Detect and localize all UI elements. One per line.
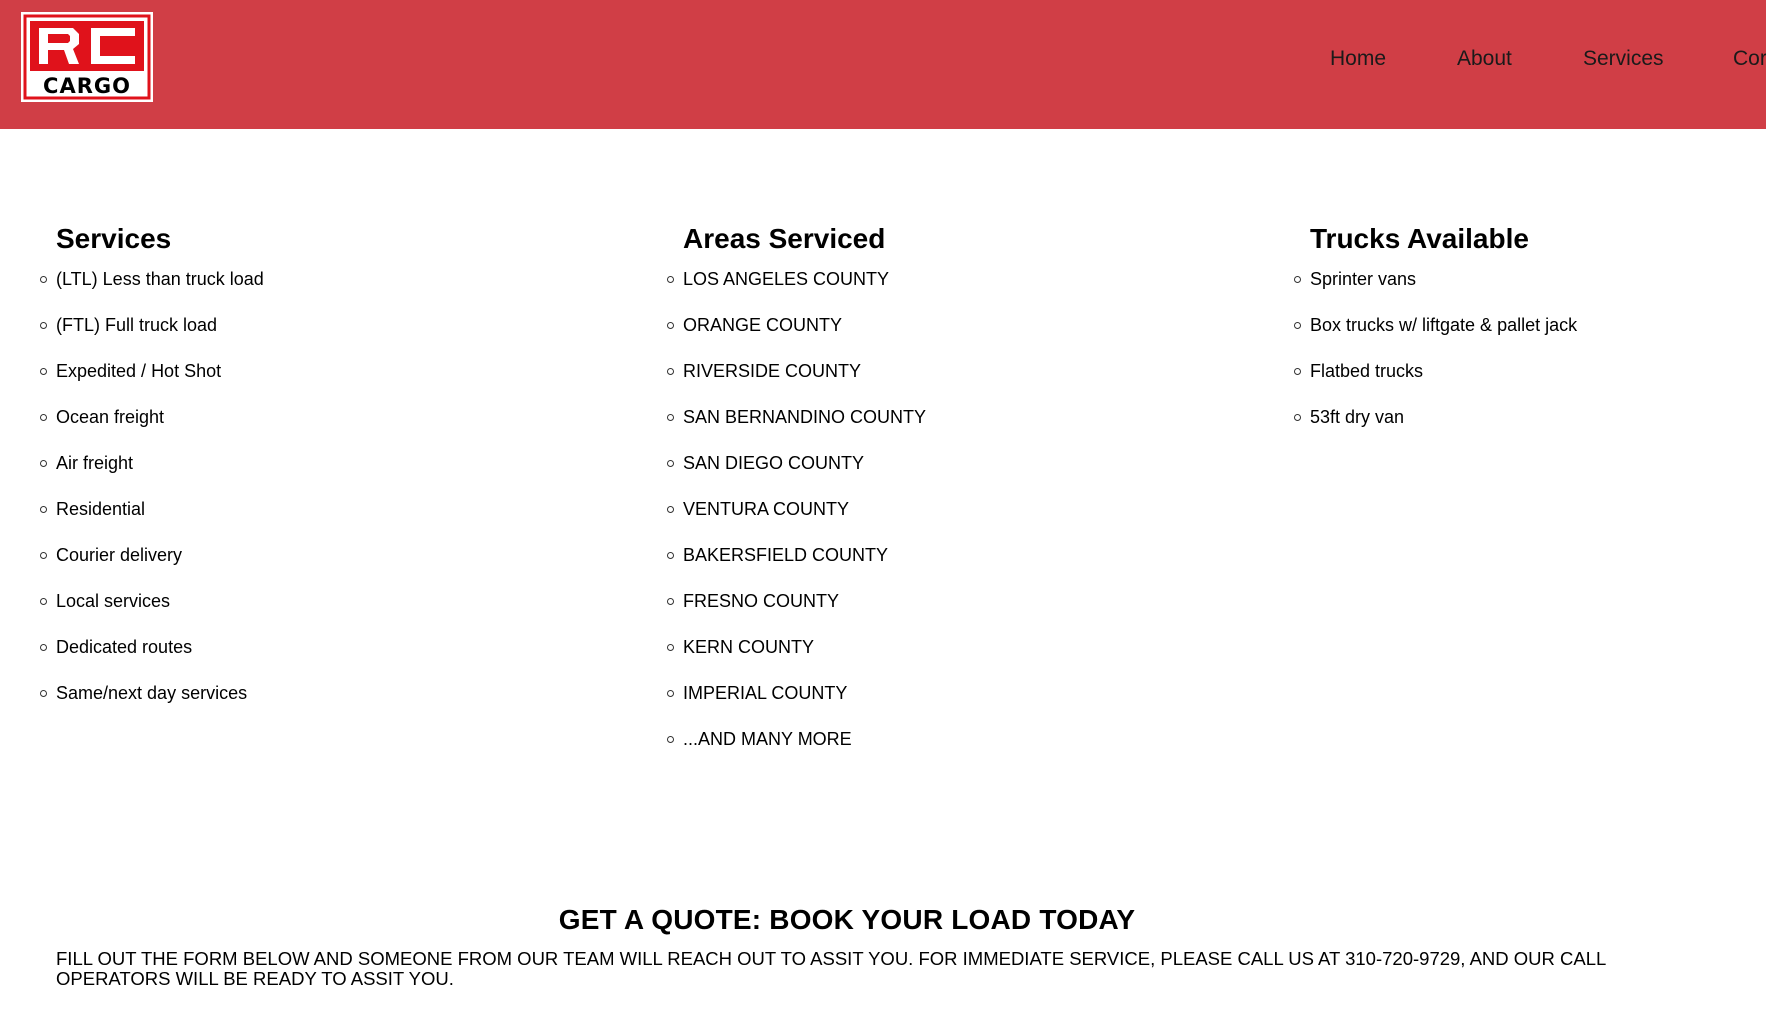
list-item: (LTL) Less than truck load <box>40 268 264 290</box>
bullet-icon <box>667 368 674 375</box>
trucks-list: Sprinter vans Box trucks w/ liftgate & p… <box>1294 268 1578 428</box>
bullet-icon <box>667 736 674 743</box>
trucks-column: Trucks Available Sprinter vans Box truck… <box>1294 222 1578 452</box>
list-item: Local services <box>40 590 264 612</box>
list-item: Flatbed trucks <box>1294 360 1577 382</box>
list-item: FRESNO COUNTY <box>667 590 926 612</box>
list-item: BAKERSFIELD COUNTY <box>667 544 926 566</box>
list-item-text: Same/next day services <box>56 683 248 703</box>
list-item-text: RIVERSIDE COUNTY <box>683 361 862 381</box>
bullet-icon <box>40 276 47 283</box>
list-item-text: Dedicated routes <box>56 637 193 657</box>
list-item: ...AND MANY MORE <box>667 728 926 750</box>
list-item: Expedited / Hot Shot <box>40 360 264 382</box>
bullet-icon <box>40 506 47 513</box>
bullet-icon <box>40 460 47 467</box>
list-item-text: ORANGE COUNTY <box>683 315 843 335</box>
list-item-text: Residential <box>56 499 146 519</box>
list-item: ORANGE COUNTY <box>667 314 926 336</box>
bullet-icon <box>667 276 674 283</box>
list-item-text: ...AND MANY MORE <box>683 729 852 749</box>
list-item-text: VENTURA COUNTY <box>683 499 850 519</box>
list-item-text: Box trucks w/ liftgate & pallet jack <box>1310 315 1578 335</box>
list-item: Ocean freight <box>40 406 264 428</box>
services-list: (LTL) Less than truck load (FTL) Full tr… <box>40 268 264 704</box>
bullet-icon <box>1294 414 1301 421</box>
trucks-heading: Trucks Available <box>1310 223 1529 254</box>
list-item-text: Ocean freight <box>56 407 165 427</box>
bullet-icon <box>1294 368 1301 375</box>
list-item-text: Air freight <box>56 453 134 473</box>
list-item-text: BAKERSFIELD COUNTY <box>683 545 889 565</box>
nav-contact[interactable]: Cor <box>1733 47 1766 71</box>
list-item: Residential <box>40 498 264 520</box>
quote-description: FILL OUT THE FORM BELOW AND SOMEONE FROM… <box>56 948 1606 989</box>
list-item-text: Courier delivery <box>56 545 183 565</box>
rc-cargo-logo[interactable]: RC CARGO <box>21 12 153 102</box>
list-item-text: FRESNO COUNTY <box>683 591 840 611</box>
bullet-icon <box>667 690 674 697</box>
areas-list: LOS ANGELES COUNTY ORANGE COUNTY RIVERSI… <box>667 268 927 750</box>
bullet-icon <box>667 414 674 421</box>
bullet-icon <box>40 322 47 329</box>
list-item-text: Sprinter vans <box>1310 269 1417 289</box>
list-item-text: LOS ANGELES COUNTY <box>683 269 890 289</box>
nav-services[interactable]: Services <box>1583 47 1664 71</box>
list-item: RIVERSIDE COUNTY <box>667 360 926 382</box>
nav-home[interactable]: Home <box>1330 47 1386 71</box>
bullet-icon <box>667 598 674 605</box>
nav-about[interactable]: About <box>1457 47 1512 71</box>
list-item: Dedicated routes <box>40 636 264 658</box>
areas-heading: Areas Serviced <box>683 223 886 254</box>
list-item: Box trucks w/ liftgate & pallet jack <box>1294 314 1578 336</box>
bullet-icon <box>667 322 674 329</box>
list-item-text: IMPERIAL COUNTY <box>683 683 848 703</box>
list-item-text: Expedited / Hot Shot <box>56 361 222 381</box>
bullet-icon <box>667 506 674 513</box>
logo-text-cargo: CARGO <box>43 74 131 98</box>
bullet-icon <box>40 690 47 697</box>
quote-heading: GET A QUOTE: BOOK YOUR LOAD TODAY <box>558 904 1136 935</box>
list-item-text: KERN COUNTY <box>683 637 815 657</box>
list-item: 53ft dry van <box>1294 406 1577 428</box>
list-item: IMPERIAL COUNTY <box>667 682 926 704</box>
list-item: VENTURA COUNTY <box>667 498 926 520</box>
list-item-text: (LTL) Less than truck load <box>56 269 264 289</box>
list-item: Same/next day services <box>40 682 264 704</box>
bullet-icon <box>40 414 47 421</box>
list-item: LOS ANGELES COUNTY <box>667 268 926 290</box>
list-item-text: Local services <box>56 591 171 611</box>
list-item-text: SAN DIEGO COUNTY <box>683 453 865 473</box>
list-item: Sprinter vans <box>1294 268 1577 290</box>
list-item: SAN BERNANDINO COUNTY <box>667 406 927 428</box>
list-item: Air freight <box>40 452 264 474</box>
bullet-icon <box>40 598 47 605</box>
bullet-icon <box>667 644 674 651</box>
bullet-icon <box>1294 276 1301 283</box>
list-item: KERN COUNTY <box>667 636 926 658</box>
bullet-icon <box>667 460 674 467</box>
bullet-icon <box>40 368 47 375</box>
bullet-icon <box>667 552 674 559</box>
bullet-icon <box>40 552 47 559</box>
areas-column: Areas Serviced LOS ANGELES COUNTY ORANGE… <box>667 222 927 774</box>
services-column: Services (LTL) Less than truck load (FTL… <box>40 222 264 728</box>
services-heading: Services <box>56 223 172 254</box>
list-item-text: Flatbed trucks <box>1310 361 1424 381</box>
list-item: Courier delivery <box>40 544 264 566</box>
bullet-icon <box>1294 322 1301 329</box>
list-item-text: SAN BERNANDINO COUNTY <box>683 407 927 427</box>
list-item-text: 53ft dry van <box>1310 407 1405 427</box>
site-header: RC CARGO Home About Services Cor <box>0 0 1766 129</box>
bullet-icon <box>40 644 47 651</box>
list-item: SAN DIEGO COUNTY <box>667 452 926 474</box>
list-item: (FTL) Full truck load <box>40 314 264 336</box>
list-item-text: (FTL) Full truck load <box>56 315 218 335</box>
